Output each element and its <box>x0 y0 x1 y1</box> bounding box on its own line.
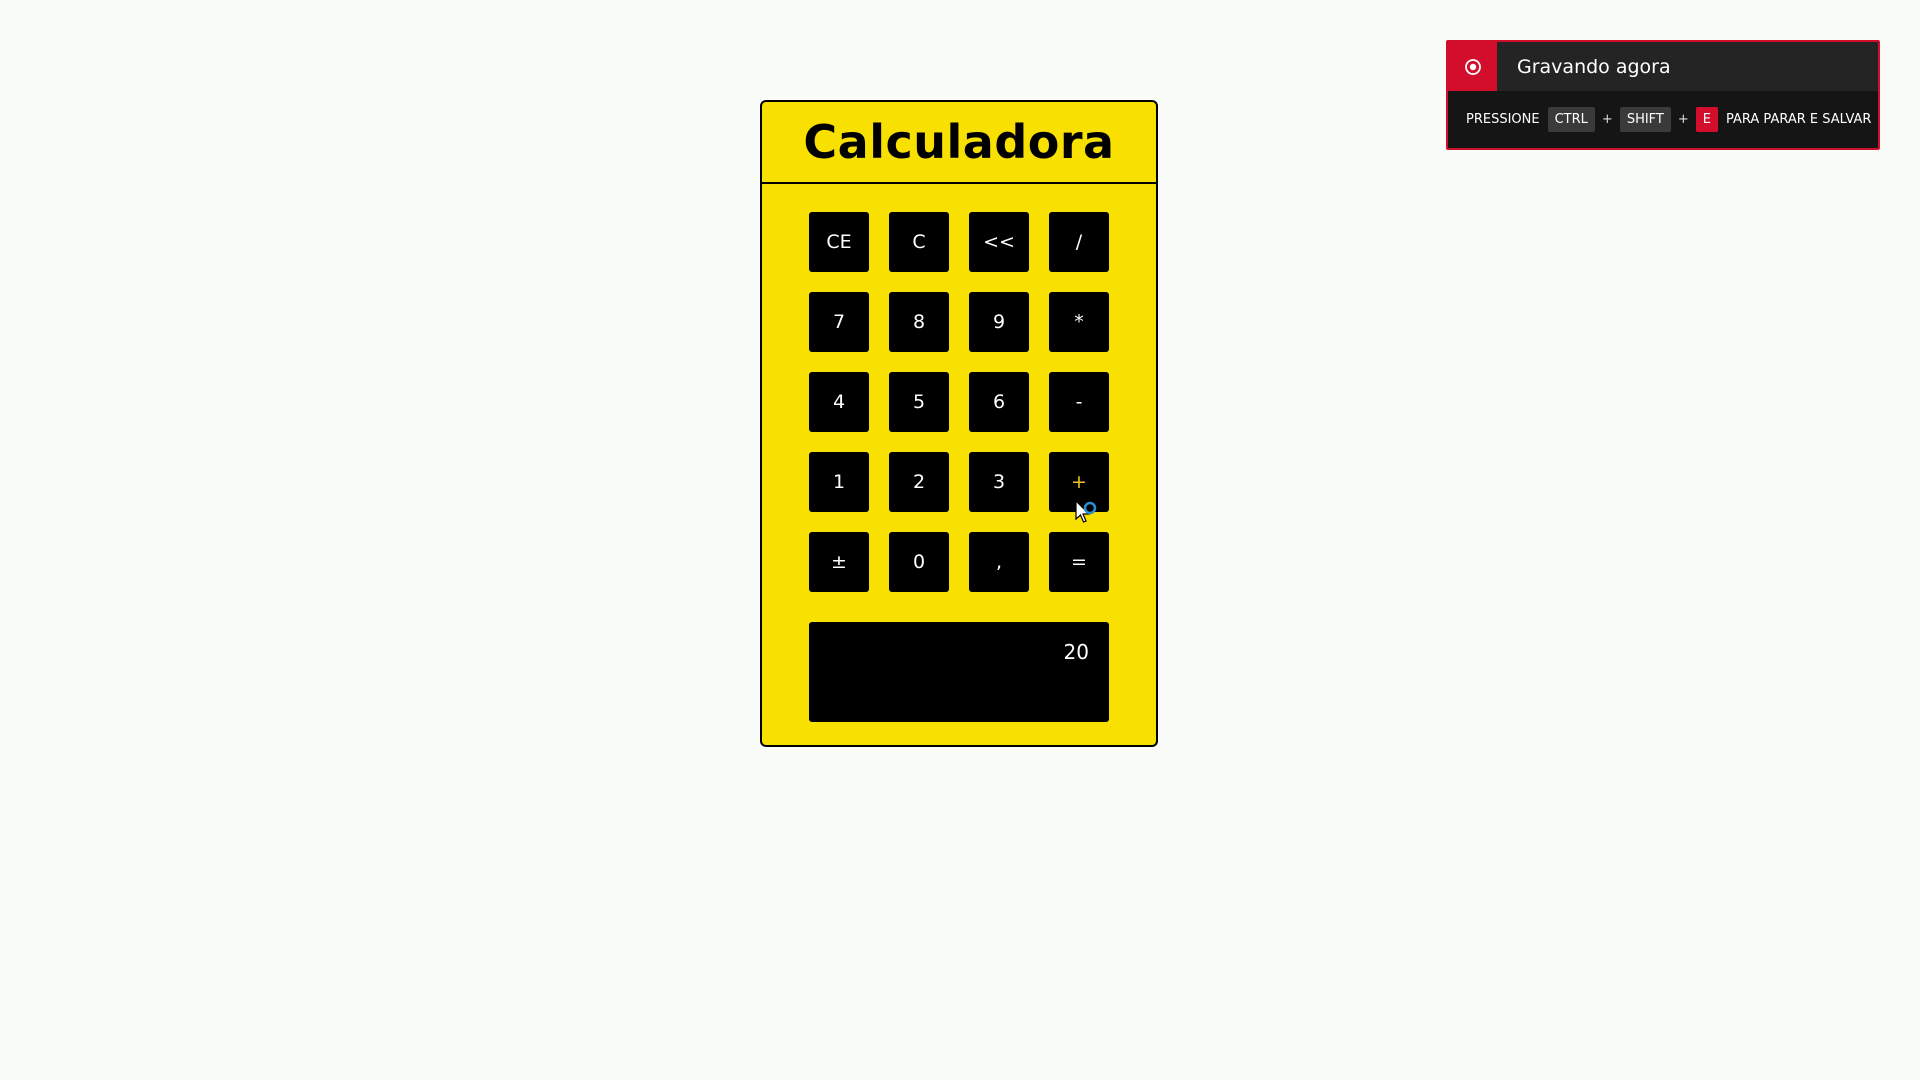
recording-notification: Gravando agora PRESSIONE CTRL + SHIFT + … <box>1446 40 1880 150</box>
key-e: E <box>1695 107 1718 132</box>
result-display: 20 <box>809 622 1109 722</box>
plus-separator: + <box>1677 112 1689 127</box>
clear-button[interactable]: C <box>889 212 949 272</box>
key-ctrl: CTRL <box>1547 107 1595 132</box>
recording-instructions: PRESSIONE CTRL + SHIFT + E PARA PARAR E … <box>1448 91 1878 148</box>
digit-1-button[interactable]: 1 <box>809 452 869 512</box>
digit-2-button[interactable]: 2 <box>889 452 949 512</box>
digit-9-button[interactable]: 9 <box>969 292 1029 352</box>
mouse-cursor-icon <box>1075 500 1097 523</box>
decimal-button[interactable]: , <box>969 532 1029 592</box>
calculator-title: Calculadora <box>803 115 1115 169</box>
calculator-header: Calculadora <box>762 102 1156 184</box>
divide-button[interactable]: / <box>1049 212 1109 272</box>
display-value: 20 <box>1063 640 1089 664</box>
digit-3-button[interactable]: 3 <box>969 452 1029 512</box>
key-shift: SHIFT <box>1619 107 1671 132</box>
recording-title: Gravando agora <box>1517 55 1671 78</box>
sign-toggle-button[interactable]: ± <box>809 532 869 592</box>
record-icon[interactable] <box>1448 42 1497 91</box>
digit-5-button[interactable]: 5 <box>889 372 949 432</box>
press-label: PRESSIONE <box>1466 112 1540 127</box>
clear-entry-button[interactable]: CE <box>809 212 869 272</box>
digit-8-button[interactable]: 8 <box>889 292 949 352</box>
plus-separator: + <box>1601 112 1613 127</box>
digit-6-button[interactable]: 6 <box>969 372 1029 432</box>
digit-0-button[interactable]: 0 <box>889 532 949 592</box>
digit-7-button[interactable]: 7 <box>809 292 869 352</box>
multiply-button[interactable]: * <box>1049 292 1109 352</box>
digit-4-button[interactable]: 4 <box>809 372 869 432</box>
recording-header: Gravando agora <box>1448 42 1878 91</box>
stop-and-save-label: PARA PARAR E SALVAR <box>1726 112 1872 127</box>
keypad: CE C <</7 8 9 * 4 5 6-1 2 3 + ±0, = <box>809 212 1109 592</box>
backspace-button[interactable]: << <box>969 212 1029 272</box>
subtract-button[interactable]: - <box>1049 372 1109 432</box>
equals-button[interactable]: = <box>1049 532 1109 592</box>
calculator: Calculadora CE C <</7 8 9 * 4 5 6-1 2 3 + ±0, = 20 <box>760 100 1158 747</box>
